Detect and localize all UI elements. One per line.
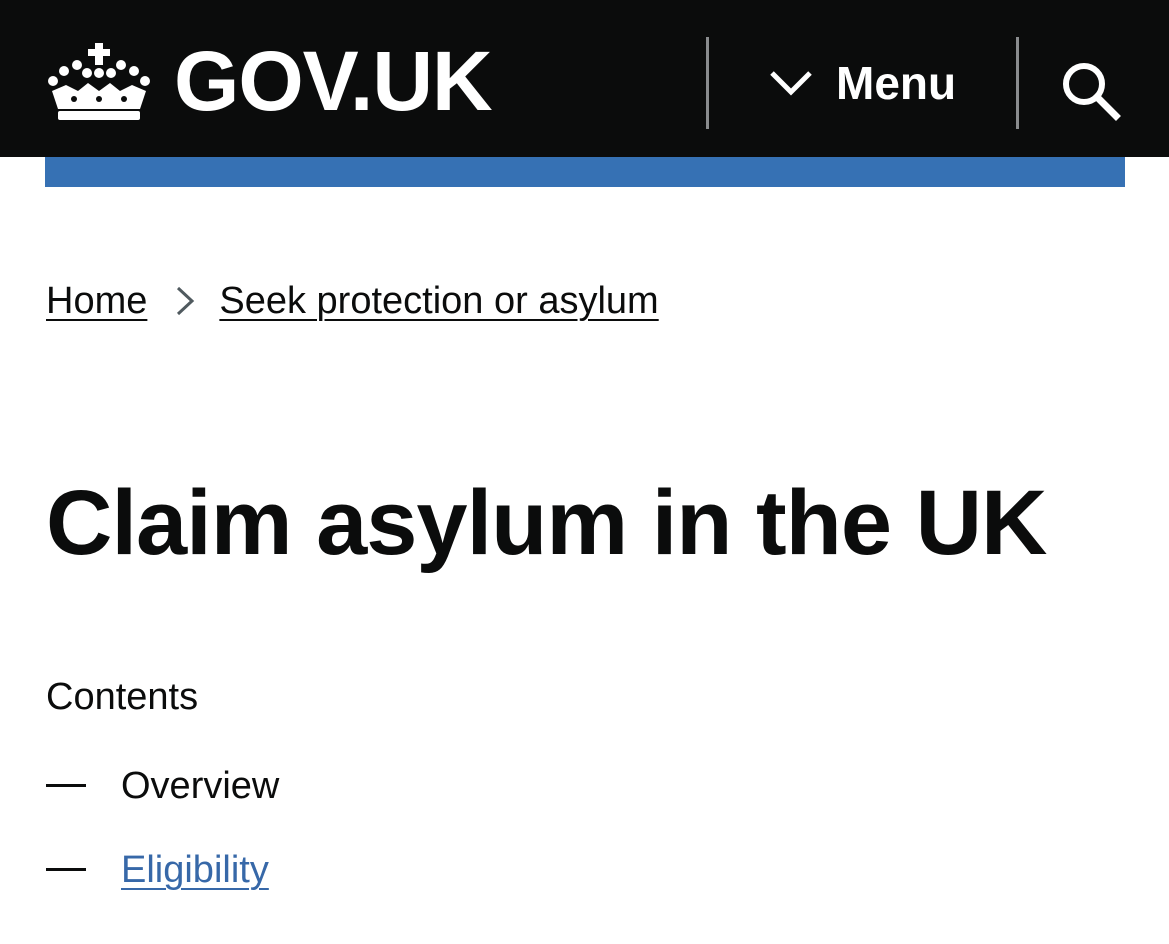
search-button[interactable] <box>1040 46 1140 126</box>
header-divider <box>706 37 709 129</box>
contents-item-label: Overview <box>121 765 280 807</box>
header-divider <box>1016 37 1019 129</box>
logo-text: GOV.UK <box>174 34 493 128</box>
govuk-logo-link[interactable]: GOV.UK <box>44 34 493 128</box>
breadcrumb-seek-protection-link[interactable]: Seek protection or asylum <box>219 276 658 326</box>
contents-heading: Contents <box>46 676 199 718</box>
site-header: GOV.UK Menu <box>0 0 1169 157</box>
menu-label: Menu <box>836 57 957 109</box>
header-accent-bar <box>45 157 1125 187</box>
search-icon <box>1063 63 1121 121</box>
dash-marker <box>46 784 86 787</box>
dash-marker <box>46 868 86 871</box>
crown-icon <box>48 43 150 120</box>
chevron-down-icon <box>770 71 812 96</box>
breadcrumb-home-link[interactable]: Home <box>46 276 147 326</box>
page-title: Claim asylum in the UK <box>46 472 1047 574</box>
contents-link-eligibility[interactable]: Eligibility <box>121 844 269 896</box>
chevron-right-icon <box>177 286 195 316</box>
menu-button[interactable]: Menu <box>740 50 990 116</box>
breadcrumb: Home Seek protection or asylum <box>46 276 659 326</box>
